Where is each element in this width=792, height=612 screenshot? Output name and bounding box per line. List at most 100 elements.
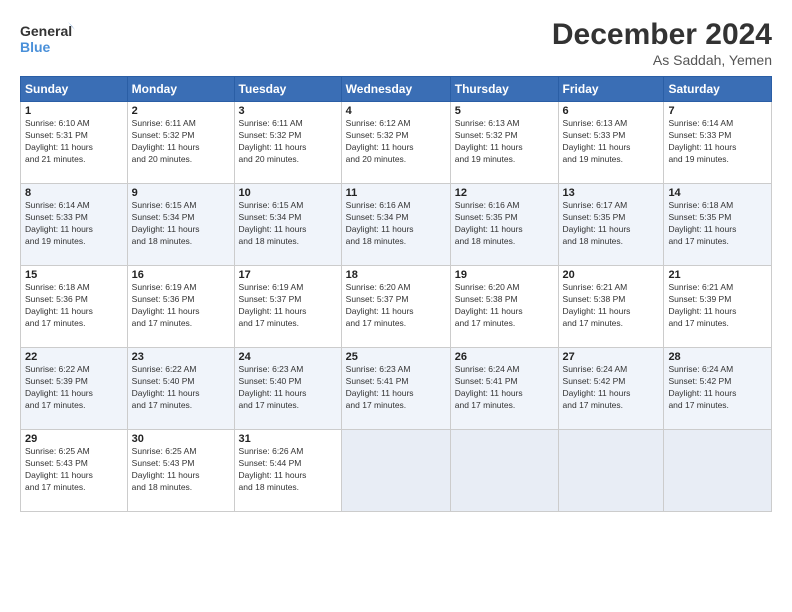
- day-number: 28: [668, 351, 767, 363]
- table-row: 17Sunrise: 6:19 AMSunset: 5:37 PMDayligh…: [234, 266, 341, 348]
- day-info: Sunrise: 6:21 AMSunset: 5:39 PMDaylight:…: [668, 282, 767, 330]
- calendar-week-4: 22Sunrise: 6:22 AMSunset: 5:39 PMDayligh…: [21, 348, 772, 430]
- day-info: Sunrise: 6:18 AMSunset: 5:36 PMDaylight:…: [25, 282, 123, 330]
- table-row: 18Sunrise: 6:20 AMSunset: 5:37 PMDayligh…: [341, 266, 450, 348]
- day-info: Sunrise: 6:10 AMSunset: 5:31 PMDaylight:…: [25, 118, 123, 166]
- day-number: 19: [455, 269, 554, 281]
- day-info: Sunrise: 6:16 AMSunset: 5:34 PMDaylight:…: [346, 200, 446, 248]
- table-row: 7Sunrise: 6:14 AMSunset: 5:33 PMDaylight…: [664, 102, 772, 184]
- day-info: Sunrise: 6:11 AMSunset: 5:32 PMDaylight:…: [132, 118, 230, 166]
- day-info: Sunrise: 6:26 AMSunset: 5:44 PMDaylight:…: [239, 446, 337, 494]
- day-info: Sunrise: 6:23 AMSunset: 5:40 PMDaylight:…: [239, 364, 337, 412]
- day-info: Sunrise: 6:15 AMSunset: 5:34 PMDaylight:…: [239, 200, 337, 248]
- day-info: Sunrise: 6:13 AMSunset: 5:32 PMDaylight:…: [455, 118, 554, 166]
- day-number: 9: [132, 187, 230, 199]
- day-number: 12: [455, 187, 554, 199]
- day-info: Sunrise: 6:24 AMSunset: 5:42 PMDaylight:…: [563, 364, 660, 412]
- day-number: 20: [563, 269, 660, 281]
- day-number: 6: [563, 105, 660, 117]
- calendar-body: 1Sunrise: 6:10 AMSunset: 5:31 PMDaylight…: [21, 102, 772, 512]
- svg-text:Blue: Blue: [20, 39, 51, 55]
- day-number: 24: [239, 351, 337, 363]
- table-row: 2Sunrise: 6:11 AMSunset: 5:32 PMDaylight…: [127, 102, 234, 184]
- day-number: 8: [25, 187, 123, 199]
- day-info: Sunrise: 6:22 AMSunset: 5:39 PMDaylight:…: [25, 364, 123, 412]
- day-number: 25: [346, 351, 446, 363]
- day-number: 3: [239, 105, 337, 117]
- table-row: 31Sunrise: 6:26 AMSunset: 5:44 PMDayligh…: [234, 430, 341, 512]
- table-row: 25Sunrise: 6:23 AMSunset: 5:41 PMDayligh…: [341, 348, 450, 430]
- day-info: Sunrise: 6:24 AMSunset: 5:42 PMDaylight:…: [668, 364, 767, 412]
- table-row: 12Sunrise: 6:16 AMSunset: 5:35 PMDayligh…: [450, 184, 558, 266]
- table-row: 8Sunrise: 6:14 AMSunset: 5:33 PMDaylight…: [21, 184, 128, 266]
- day-number: 27: [563, 351, 660, 363]
- table-row: 3Sunrise: 6:11 AMSunset: 5:32 PMDaylight…: [234, 102, 341, 184]
- header: General Blue December 2024 As Saddah, Ye…: [20, 18, 772, 68]
- day-number: 14: [668, 187, 767, 199]
- day-number: 5: [455, 105, 554, 117]
- day-info: Sunrise: 6:19 AMSunset: 5:36 PMDaylight:…: [132, 282, 230, 330]
- day-info: Sunrise: 6:24 AMSunset: 5:41 PMDaylight:…: [455, 364, 554, 412]
- title-block: December 2024 As Saddah, Yemen: [552, 18, 772, 68]
- table-row: 26Sunrise: 6:24 AMSunset: 5:41 PMDayligh…: [450, 348, 558, 430]
- day-number: 29: [25, 433, 123, 445]
- calendar-header-row: Sunday Monday Tuesday Wednesday Thursday…: [21, 77, 772, 102]
- month-title: December 2024: [552, 18, 772, 52]
- day-info: Sunrise: 6:21 AMSunset: 5:38 PMDaylight:…: [563, 282, 660, 330]
- table-row: [664, 430, 772, 512]
- day-number: 4: [346, 105, 446, 117]
- table-row: 6Sunrise: 6:13 AMSunset: 5:33 PMDaylight…: [558, 102, 664, 184]
- table-row: 30Sunrise: 6:25 AMSunset: 5:43 PMDayligh…: [127, 430, 234, 512]
- day-number: 23: [132, 351, 230, 363]
- calendar-week-1: 1Sunrise: 6:10 AMSunset: 5:31 PMDaylight…: [21, 102, 772, 184]
- day-number: 2: [132, 105, 230, 117]
- day-info: Sunrise: 6:19 AMSunset: 5:37 PMDaylight:…: [239, 282, 337, 330]
- day-info: Sunrise: 6:23 AMSunset: 5:41 PMDaylight:…: [346, 364, 446, 412]
- day-info: Sunrise: 6:14 AMSunset: 5:33 PMDaylight:…: [25, 200, 123, 248]
- table-row: 23Sunrise: 6:22 AMSunset: 5:40 PMDayligh…: [127, 348, 234, 430]
- table-row: 9Sunrise: 6:15 AMSunset: 5:34 PMDaylight…: [127, 184, 234, 266]
- col-tuesday: Tuesday: [234, 77, 341, 102]
- table-row: 21Sunrise: 6:21 AMSunset: 5:39 PMDayligh…: [664, 266, 772, 348]
- calendar-week-5: 29Sunrise: 6:25 AMSunset: 5:43 PMDayligh…: [21, 430, 772, 512]
- col-wednesday: Wednesday: [341, 77, 450, 102]
- day-number: 10: [239, 187, 337, 199]
- table-row: 28Sunrise: 6:24 AMSunset: 5:42 PMDayligh…: [664, 348, 772, 430]
- table-row: [341, 430, 450, 512]
- day-number: 13: [563, 187, 660, 199]
- calendar: Sunday Monday Tuesday Wednesday Thursday…: [20, 76, 772, 512]
- table-row: 1Sunrise: 6:10 AMSunset: 5:31 PMDaylight…: [21, 102, 128, 184]
- table-row: 27Sunrise: 6:24 AMSunset: 5:42 PMDayligh…: [558, 348, 664, 430]
- col-saturday: Saturday: [664, 77, 772, 102]
- table-row: [558, 430, 664, 512]
- day-info: Sunrise: 6:11 AMSunset: 5:32 PMDaylight:…: [239, 118, 337, 166]
- day-info: Sunrise: 6:20 AMSunset: 5:37 PMDaylight:…: [346, 282, 446, 330]
- table-row: 4Sunrise: 6:12 AMSunset: 5:32 PMDaylight…: [341, 102, 450, 184]
- table-row: 11Sunrise: 6:16 AMSunset: 5:34 PMDayligh…: [341, 184, 450, 266]
- col-friday: Friday: [558, 77, 664, 102]
- day-number: 16: [132, 269, 230, 281]
- day-number: 7: [668, 105, 767, 117]
- table-row: 14Sunrise: 6:18 AMSunset: 5:35 PMDayligh…: [664, 184, 772, 266]
- location: As Saddah, Yemen: [552, 52, 772, 68]
- day-info: Sunrise: 6:15 AMSunset: 5:34 PMDaylight:…: [132, 200, 230, 248]
- table-row: 5Sunrise: 6:13 AMSunset: 5:32 PMDaylight…: [450, 102, 558, 184]
- day-info: Sunrise: 6:13 AMSunset: 5:33 PMDaylight:…: [563, 118, 660, 166]
- day-info: Sunrise: 6:17 AMSunset: 5:35 PMDaylight:…: [563, 200, 660, 248]
- day-number: 17: [239, 269, 337, 281]
- day-number: 15: [25, 269, 123, 281]
- calendar-week-3: 15Sunrise: 6:18 AMSunset: 5:36 PMDayligh…: [21, 266, 772, 348]
- col-thursday: Thursday: [450, 77, 558, 102]
- day-number: 22: [25, 351, 123, 363]
- page: General Blue December 2024 As Saddah, Ye…: [0, 0, 792, 612]
- day-info: Sunrise: 6:18 AMSunset: 5:35 PMDaylight:…: [668, 200, 767, 248]
- col-monday: Monday: [127, 77, 234, 102]
- day-info: Sunrise: 6:14 AMSunset: 5:33 PMDaylight:…: [668, 118, 767, 166]
- table-row: 20Sunrise: 6:21 AMSunset: 5:38 PMDayligh…: [558, 266, 664, 348]
- day-info: Sunrise: 6:16 AMSunset: 5:35 PMDaylight:…: [455, 200, 554, 248]
- table-row: 22Sunrise: 6:22 AMSunset: 5:39 PMDayligh…: [21, 348, 128, 430]
- col-sunday: Sunday: [21, 77, 128, 102]
- table-row: [450, 430, 558, 512]
- logo: General Blue: [20, 18, 75, 63]
- day-number: 31: [239, 433, 337, 445]
